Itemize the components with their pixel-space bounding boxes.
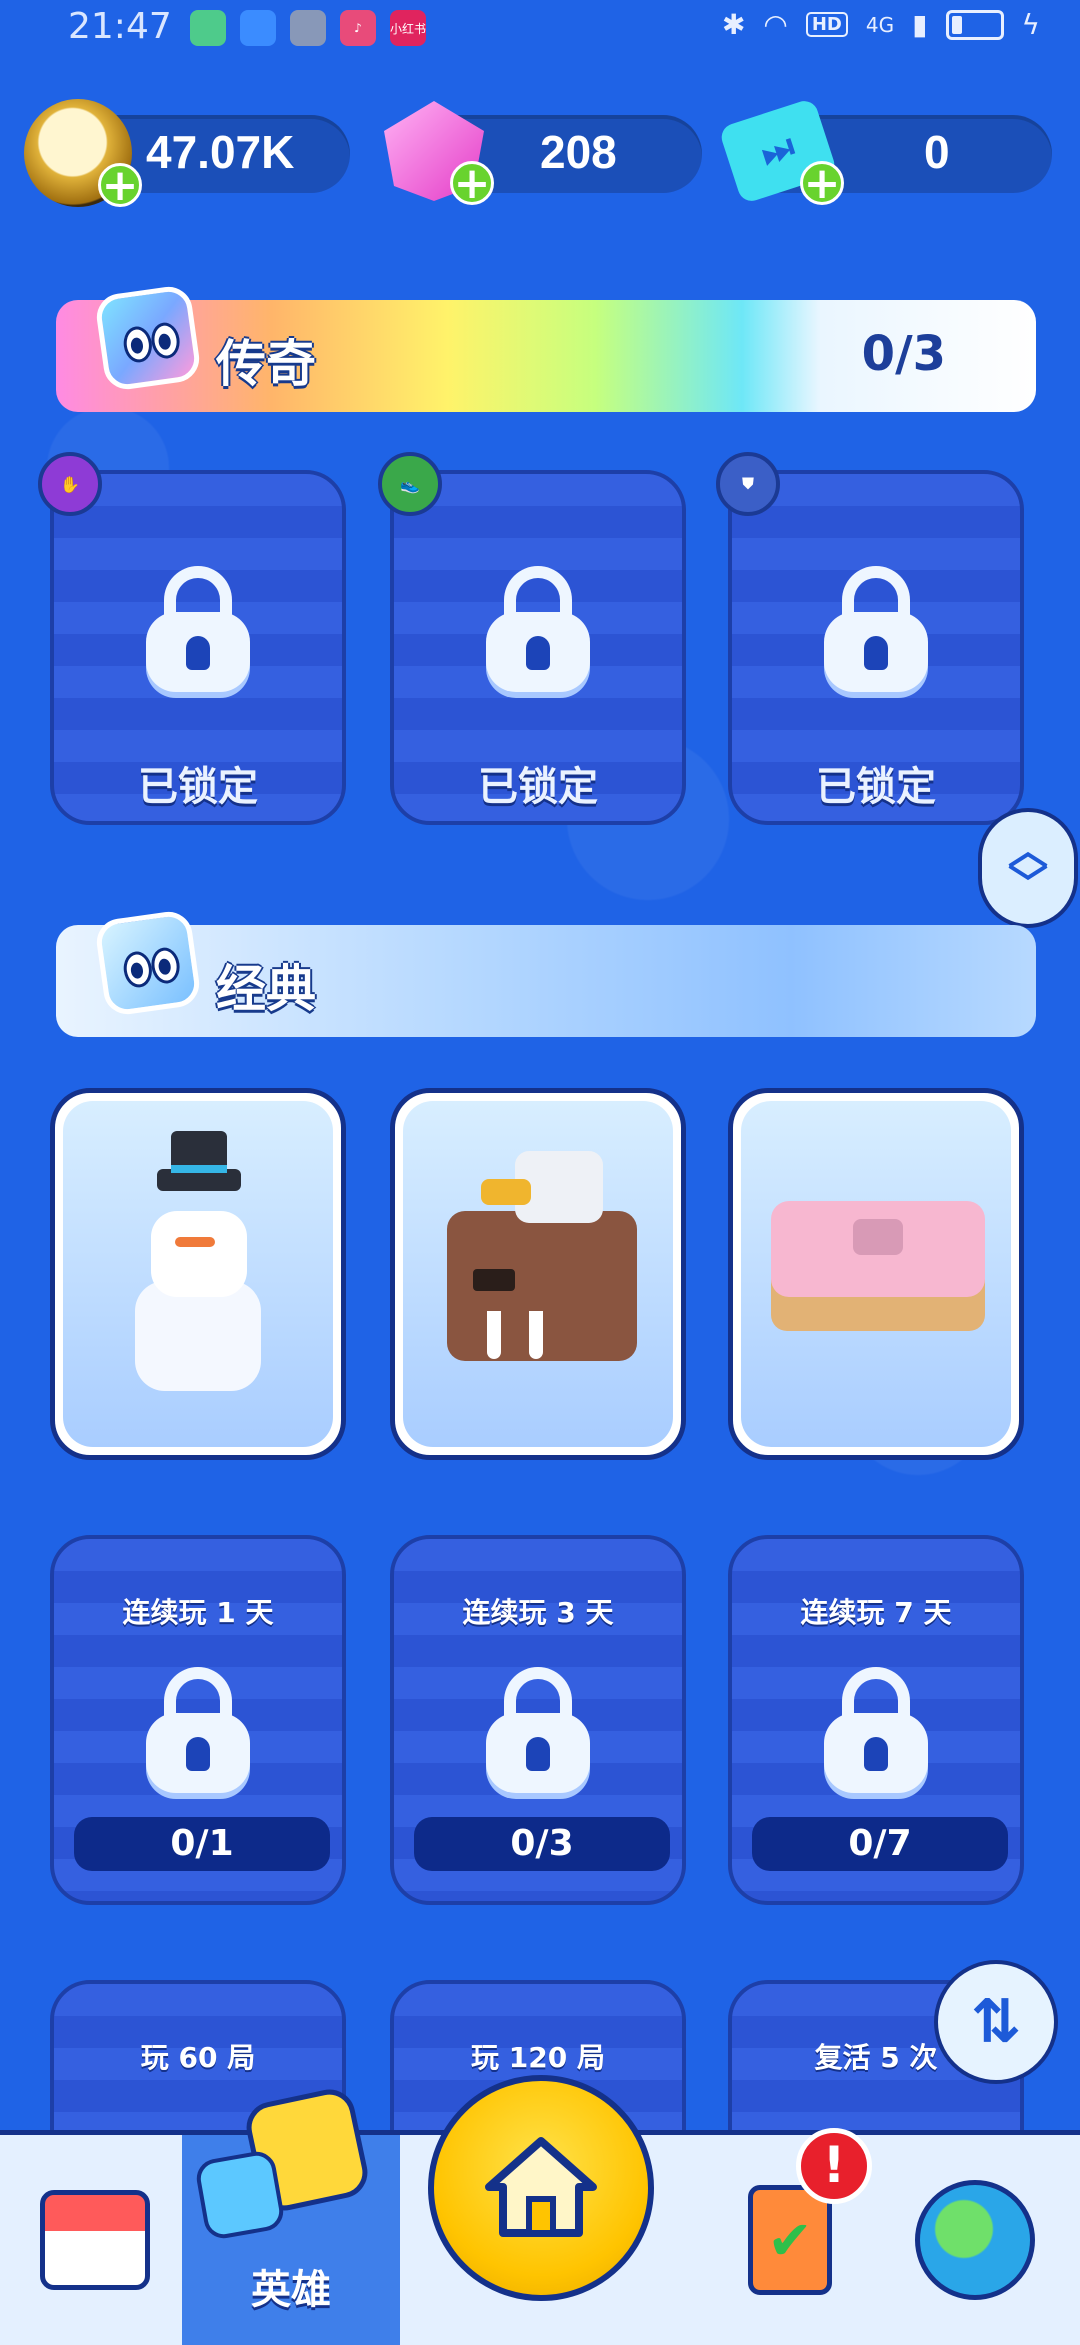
locked-label: 已锁定 [138,764,258,810]
home-button[interactable] [428,2075,654,2301]
streak-card-title: 连续玩 3 天 [462,1596,614,1629]
streak-card-7-days[interactable]: 连续玩 7 天 0/7 [728,1535,1024,1905]
scroll-up-down-button[interactable]: ︿ ﹀ [978,808,1078,928]
add-gems-plus-icon[interactable]: + [450,161,494,206]
lock-icon [486,566,590,692]
gems-value: 208 [540,126,617,178]
blue-cube-icon [193,2148,287,2242]
donut-hero-card[interactable] [728,1088,1024,1460]
clipboard-check-icon: ✔ [748,2185,832,2295]
app-green-icon [190,10,226,46]
status-time: 21:47 [68,6,172,47]
locked-label: 已锁定 [478,764,598,810]
nav-heroes-label: 英雄 [251,2267,331,2313]
donut-hero-image [741,1101,1011,1447]
walrus-eagle-hero-image [403,1101,673,1447]
nav-shop[interactable] [30,2135,160,2345]
bluetooth-icon: ✱ [721,8,746,41]
lock-icon [486,1667,590,1793]
app-gray-icon [290,10,326,46]
ice-cube-mascot-icon [93,908,203,1018]
network-label: 4G [865,12,895,37]
xiaohongshu-app-icon: 小红书 [390,10,426,46]
shop-icon [40,2190,150,2290]
streak-card-1-day[interactable]: 连续玩 1 天 0/1 [50,1535,346,1905]
gems-counter[interactable]: + 208 [384,101,702,206]
wifi-icon: ◠ [763,8,788,41]
legend-section-header: 传奇 0/3 [56,283,1036,412]
legend-progress: 0/3 [861,326,946,382]
globe-icon [915,2180,1035,2300]
lock-icon [146,566,250,692]
streak-card-3-days[interactable]: 连续玩 3 天 0/3 [390,1535,686,1905]
shield-icon: ⛊ [716,452,780,516]
status-bar: 21:47 ♪ 小红书 ✱ ◠ HD 4G ▮ ϟ [0,0,1080,56]
signal-icon: ▮ [912,8,928,41]
system-status: ✱ ◠ HD 4G ▮ ϟ [722,8,1040,41]
walrus-eagle-hero-card[interactable] [390,1088,686,1460]
achievement-card-title: 玩 60 局 [140,2041,256,2074]
hand-icon: ✋ [38,452,102,516]
legend-hero-card-1[interactable]: 已锁定 [50,470,346,825]
home-icon [485,2137,597,2237]
streak-progress: 0/1 [74,1817,330,1871]
streak-card-title: 连续玩 1 天 [122,1596,274,1629]
legend-hero-card-3[interactable]: 已锁定 [728,470,1024,825]
add-coins-plus-icon[interactable]: + [98,163,142,208]
legend-title: 传奇 [216,335,316,393]
coins-value: 47.07K [146,126,295,178]
tickets-counter[interactable]: ⏭ + 0 [718,97,1052,206]
hd-icon: HD [805,12,848,37]
streak-progress: 0/7 [752,1817,1008,1871]
nav-world[interactable] [900,2135,1050,2345]
achievement-card-title: 玩 120 局 [471,2041,605,2074]
coins-counter[interactable]: + 47.07K [24,99,350,208]
nav-heroes[interactable]: 英雄 [182,2084,400,2345]
lock-icon [824,566,928,692]
tasks-alert-badge: ! [796,2128,872,2204]
notification-icons: ♪ 小红书 [190,10,426,46]
locked-label: 已锁定 [816,764,936,810]
boot-icon: 👟 [378,452,442,516]
classic-title: 经典 [216,960,316,1018]
swap-arrows-icon: ⇅ [970,1987,1022,2057]
snowman-hero-image [63,1101,333,1447]
battery-icon [945,9,1004,40]
lock-icon [824,1667,928,1793]
legend-hero-card-2[interactable]: 已锁定 [390,470,686,825]
tickets-value: 0 [924,126,950,178]
swap-sort-button[interactable]: ⇅ [934,1960,1058,2084]
lock-icon [146,1667,250,1793]
rainbow-cube-mascot-icon [93,283,203,393]
streak-card-title: 连续玩 7 天 [800,1596,952,1629]
add-tickets-plus-icon[interactable]: + [800,161,844,206]
chevron-down-icon: ﹀ [1008,862,1048,908]
music-app-icon: ♪ [340,10,376,46]
snowman-hero-card[interactable] [50,1088,346,1460]
charging-icon: ϟ [1021,8,1040,41]
classic-section-header: 经典 [56,908,1036,1037]
streak-progress: 0/3 [414,1817,670,1871]
app-blue-folder-icon [240,10,276,46]
